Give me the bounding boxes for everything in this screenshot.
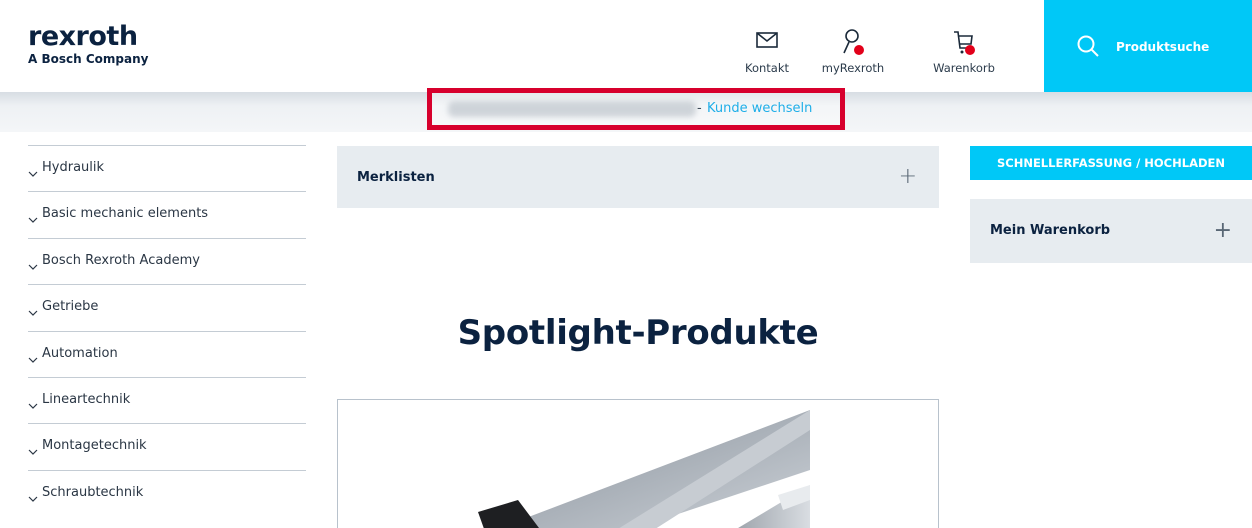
merklisten-label: Merklisten bbox=[357, 170, 435, 185]
sidebar-item-academy[interactable]: Bosch Rexroth Academy bbox=[28, 237, 306, 284]
warenkorb-link[interactable]: Warenkorb bbox=[924, 26, 1004, 75]
spotlight-product-card[interactable] bbox=[337, 399, 939, 528]
merklisten-accordion[interactable]: Merklisten + bbox=[337, 146, 939, 208]
plus-icon: + bbox=[898, 164, 917, 189]
sidebar-item-label: Automation bbox=[42, 345, 118, 361]
change-customer-link[interactable]: Kunde wechseln bbox=[707, 101, 812, 116]
sidebar-item-automation[interactable]: Automation bbox=[28, 330, 306, 377]
site-header: rexroth A Bosch Company Kontakt myRexrot… bbox=[0, 0, 1252, 92]
category-sidebar: Hydraulik Basic mechanic elements Bosch … bbox=[28, 145, 306, 516]
sidebar-item-label: Schraubtechnik bbox=[42, 484, 144, 500]
quick-entry-upload-button[interactable]: SCHNELLERFASSUNG / HOCHLADEN bbox=[970, 146, 1252, 180]
chevron-down-icon bbox=[28, 349, 38, 368]
product-search-label: Produktsuche bbox=[1116, 40, 1210, 54]
search-icon bbox=[1076, 34, 1100, 62]
notification-dot bbox=[854, 45, 864, 55]
cart-icon bbox=[924, 26, 1004, 58]
plus-icon: + bbox=[1213, 218, 1232, 243]
sidebar-item-lineartechnik[interactable]: Lineartechnik bbox=[28, 376, 306, 423]
sidebar-item-hydraulik[interactable]: Hydraulik bbox=[28, 145, 306, 191]
sidebar-item-label: Montagetechnik bbox=[42, 438, 147, 454]
sidebar-item-basic-mechanic-elements[interactable]: Basic mechanic elements bbox=[28, 191, 306, 237]
sidebar-item-label: Bosch Rexroth Academy bbox=[42, 252, 200, 268]
myrexroth-link[interactable]: myRexroth bbox=[813, 26, 893, 75]
product-search-button[interactable]: Produktsuche bbox=[1044, 0, 1252, 92]
sidebar-item-label: Lineartechnik bbox=[42, 391, 131, 407]
warenkorb-label: Warenkorb bbox=[933, 61, 995, 75]
chevron-down-icon bbox=[28, 441, 38, 460]
mail-icon bbox=[727, 26, 807, 58]
rexroth-logo[interactable]: rexroth A Bosch Company bbox=[28, 21, 149, 67]
spotlight-heading: Spotlight-Produkte bbox=[457, 313, 819, 353]
my-cart-label: Mein Warenkorb bbox=[990, 223, 1111, 238]
linear-module-image bbox=[478, 410, 810, 528]
quick-entry-label: SCHNELLERFASSUNG / HOCHLADEN bbox=[996, 156, 1225, 170]
chevron-down-icon bbox=[28, 395, 38, 414]
sidebar-item-getriebe[interactable]: Getriebe bbox=[28, 284, 306, 330]
sidebar-item-montagetechnik[interactable]: Montagetechnik bbox=[28, 423, 306, 469]
kontakt-link[interactable]: Kontakt bbox=[727, 26, 807, 75]
customer-separator: - bbox=[697, 101, 702, 116]
chevron-down-icon bbox=[28, 209, 38, 228]
chevron-down-icon bbox=[28, 163, 38, 182]
sidebar-item-schraubtechnik[interactable]: Schraubtechnik bbox=[28, 469, 306, 516]
logo-subtitle: A Bosch Company bbox=[28, 52, 149, 66]
sidebar-item-label: Hydraulik bbox=[42, 160, 105, 175]
customer-name-redacted bbox=[448, 101, 696, 117]
user-icon bbox=[813, 26, 893, 58]
chevron-down-icon bbox=[28, 488, 38, 507]
kontakt-label: Kontakt bbox=[744, 61, 790, 75]
myrexroth-label: myRexroth bbox=[821, 61, 885, 75]
logo-wordmark: rexroth bbox=[28, 21, 138, 52]
chevron-down-icon bbox=[28, 302, 38, 321]
notification-dot bbox=[965, 45, 975, 55]
my-cart-accordion[interactable]: Mein Warenkorb + bbox=[970, 199, 1252, 263]
sidebar-item-label: Basic mechanic elements bbox=[42, 206, 209, 222]
sidebar-item-label: Getriebe bbox=[42, 299, 99, 315]
chevron-down-icon bbox=[28, 256, 38, 275]
